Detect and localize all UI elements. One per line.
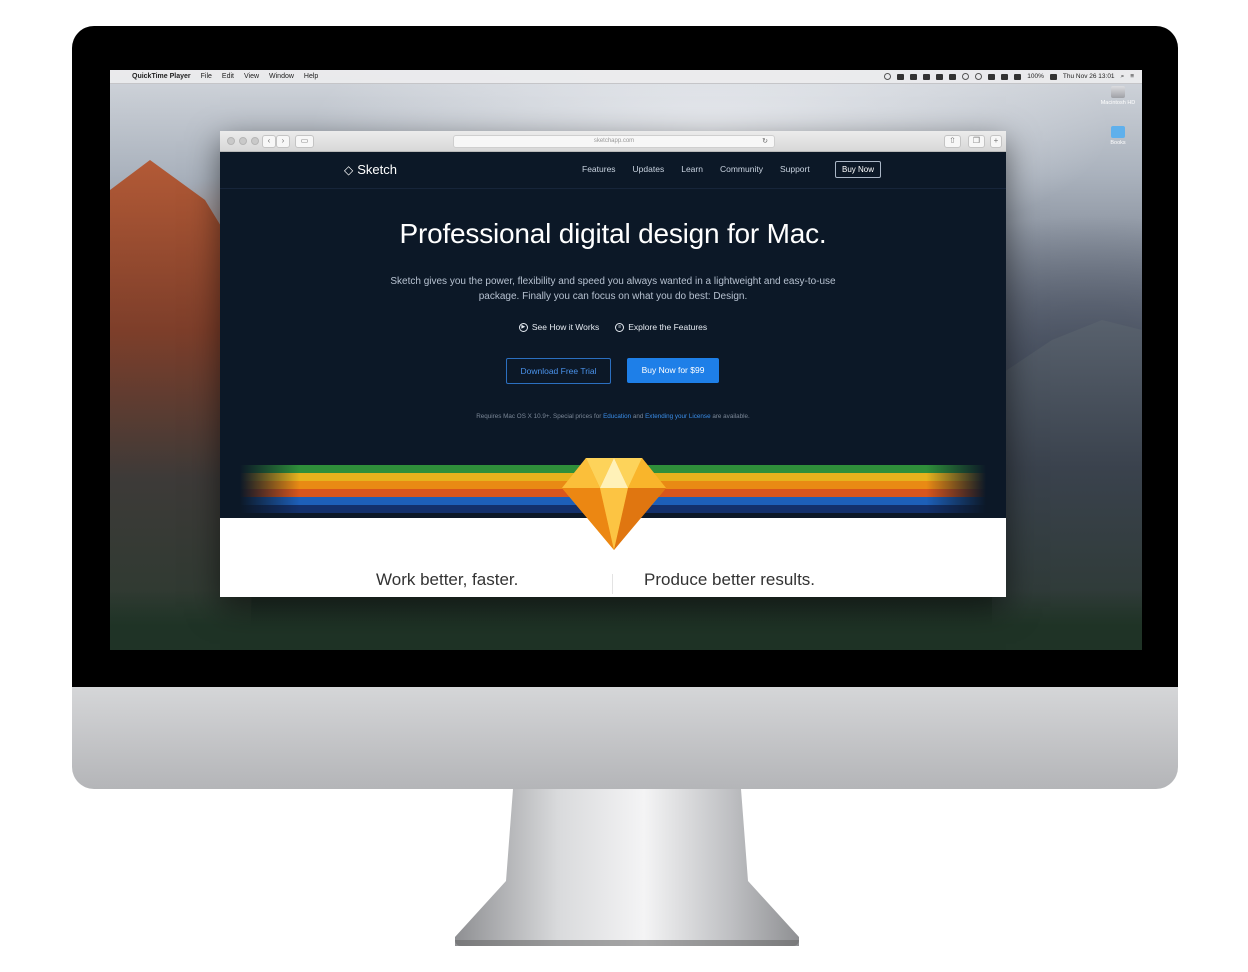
desktop-icon-macintosh-hd[interactable]: Macintosh HD: [1100, 86, 1136, 106]
download-trial-button[interactable]: Download Free Trial: [506, 358, 611, 384]
menu-file[interactable]: File: [201, 73, 212, 80]
nav-links: Features Updates Learn Community Support: [582, 164, 810, 174]
minimize-button[interactable]: [239, 137, 247, 145]
site-nav: ◇ Sketch Features Updates Learn Communit…: [220, 152, 1006, 189]
buy-now-button[interactable]: Buy Now: [835, 161, 881, 178]
see-how-it-works-link[interactable]: ▶ See How it Works: [518, 322, 600, 332]
list-icon: ≡: [615, 322, 625, 332]
req-text: Requires Mac OS X 10.9+. Special prices …: [476, 413, 604, 420]
hero-links: ▶ See How it Works ≡ Explore the Feature…: [220, 322, 1006, 332]
folder-icon: [1111, 126, 1125, 138]
column-divider: [612, 574, 613, 594]
back-button[interactable]: ‹: [262, 135, 276, 148]
menu-help[interactable]: Help: [304, 73, 318, 80]
clock[interactable]: Thu Nov 26 13:01: [1063, 73, 1115, 80]
desktop-icon-label: Macintosh HD: [1100, 100, 1136, 106]
imac-stand: [455, 789, 799, 946]
airplay-icon[interactable]: [949, 73, 957, 80]
notification-center-icon[interactable]: ≡: [1130, 73, 1134, 80]
reload-icon[interactable]: ↻: [762, 136, 768, 147]
status-app-icon[interactable]: [897, 73, 905, 80]
battery-icon[interactable]: [1049, 73, 1057, 80]
sidebar-icon[interactable]: ▭: [295, 135, 314, 148]
nav-community[interactable]: Community: [720, 164, 763, 174]
status-app-icon[interactable]: [910, 73, 918, 80]
close-button[interactable]: [227, 137, 235, 145]
feature-heading-left: Work better, faster.: [376, 570, 519, 589]
desktop-icon-label: Books: [1110, 140, 1126, 146]
share-icon[interactable]: ⇧: [944, 135, 961, 148]
diamond-icon: ◇: [344, 162, 354, 177]
nav-updates[interactable]: Updates: [633, 164, 665, 174]
bluetooth-icon[interactable]: [1001, 73, 1009, 80]
status-app-icon[interactable]: [936, 73, 944, 80]
status-area: 100% Thu Nov 26 13:01 ⌕ ≡: [884, 70, 1134, 83]
flag-icon[interactable]: [1014, 73, 1022, 80]
nav-features[interactable]: Features: [582, 164, 616, 174]
explore-label: Explore the Features: [628, 322, 708, 332]
screen-desktop: QuickTime Player File Edit View Window H…: [110, 70, 1142, 650]
time-machine-icon[interactable]: [975, 73, 983, 80]
wallpaper-forest: [110, 590, 1142, 650]
menu-edit[interactable]: Edit: [222, 73, 234, 80]
battery-percent[interactable]: 100%: [1027, 73, 1044, 80]
zoom-button[interactable]: [251, 137, 259, 145]
req-text: are available.: [710, 413, 750, 420]
menu-view[interactable]: View: [244, 73, 259, 80]
address-text: sketchapp.com: [593, 138, 635, 144]
window-controls: [227, 137, 259, 145]
explore-features-link[interactable]: ≡ Explore the Features: [615, 322, 707, 332]
forward-button[interactable]: ›: [276, 135, 290, 148]
record-icon[interactable]: [884, 73, 892, 80]
imac-stand-base: [455, 940, 799, 946]
license-link[interactable]: Extending your License: [645, 413, 710, 420]
feature-heading-right: Produce better results.: [644, 570, 816, 589]
play-icon: ▶: [518, 322, 528, 332]
nav-learn[interactable]: Learn: [681, 164, 703, 174]
desktop-icon-books[interactable]: Books: [1100, 126, 1136, 146]
menu-app-name[interactable]: QuickTime Player: [132, 73, 191, 80]
sketch-logo[interactable]: ◇ Sketch: [344, 162, 397, 177]
sketch-diamond-icon: [562, 458, 666, 550]
safari-window: ‹ › ▭ sketchapp.com ↻ ⇧ ❐ + ◇ Sketch Fea…: [220, 131, 1006, 597]
hero-subtitle: Sketch gives you the power, flexibility …: [390, 276, 836, 302]
brand-name: Sketch: [357, 162, 397, 177]
see-how-label: See How it Works: [531, 322, 600, 332]
new-tab-icon[interactable]: +: [990, 135, 1002, 148]
menu-window[interactable]: Window: [269, 73, 294, 80]
imac-chin: [72, 687, 1178, 789]
requirements-note: Requires Mac OS X 10.9+. Special prices …: [220, 413, 1006, 420]
nav-support[interactable]: Support: [780, 164, 810, 174]
address-bar[interactable]: sketchapp.com ↻: [453, 135, 775, 148]
volume-icon[interactable]: [988, 73, 996, 80]
webpage: ◇ Sketch Features Updates Learn Communit…: [220, 152, 1006, 597]
req-text: and: [631, 413, 646, 420]
buy-now-price-button[interactable]: Buy Now for $99: [627, 358, 719, 383]
status-app-icon[interactable]: [923, 73, 931, 80]
menu-bar: QuickTime Player File Edit View Window H…: [110, 70, 1142, 84]
wifi-icon[interactable]: [962, 73, 970, 80]
safari-toolbar: ‹ › ▭ sketchapp.com ↻ ⇧ ❐ +: [220, 131, 1006, 152]
tabs-icon[interactable]: ❐: [968, 135, 985, 148]
spotlight-icon[interactable]: ⌕: [1121, 73, 1125, 81]
hero-title: Professional digital design for Mac.: [399, 218, 827, 249]
education-link[interactable]: Education: [603, 413, 631, 420]
hard-drive-icon: [1111, 86, 1125, 98]
